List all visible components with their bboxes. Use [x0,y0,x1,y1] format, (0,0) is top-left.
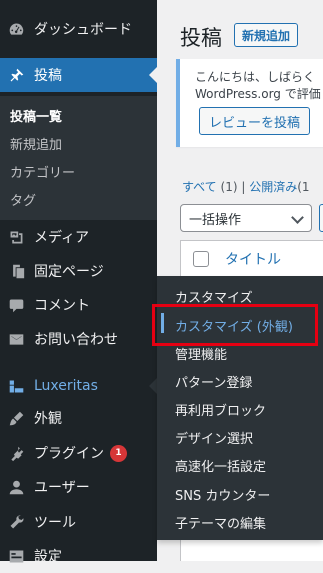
flyout-item-customize[interactable]: カスタマイズ [175,287,253,306]
plugin-icon [8,445,25,462]
settings-icon [8,548,25,565]
view-published-link[interactable]: 公開済み [249,180,297,194]
column-title-header[interactable]: タイトル [225,249,281,269]
page-icon [8,263,25,280]
view-separator: | [241,180,246,194]
menu-label: プラグイン [34,446,104,462]
dashboard-icon [8,21,25,38]
media-icon [8,229,25,246]
post-status-filter: すべて (1) | 公開済み(1 [182,178,310,195]
view-published-count: (1 [297,180,310,194]
apply-button[interactable] [319,204,323,232]
menu-label: ツール [34,515,76,531]
menu-label: 設定 [34,549,62,565]
menu-label: ダッシュボード [34,22,132,38]
menu-item-users[interactable]: ユーザー [0,470,157,504]
submenu-item-add-new[interactable]: 新規追加 [10,134,62,153]
menu-item-luxeritas[interactable]: Luxeritas [0,369,157,403]
menu-label: 外観 [34,411,62,427]
bulk-action-select[interactable]: 一括操作 [180,204,312,232]
menu-item-dashboard[interactable]: ダッシュボード [0,12,157,46]
flyout-item-design-select[interactable]: デザイン選択 [175,428,253,447]
flyout-item-speed-settings[interactable]: 高速化一括設定 [175,456,266,475]
select-all-checkbox[interactable] [193,251,209,267]
chevron-down-icon [291,211,304,224]
flyout-item-pattern-register[interactable]: パターン登録 [175,372,252,391]
pin-icon [8,67,25,84]
submenu-item-tags[interactable]: タグ [10,190,36,209]
menu-item-pages[interactable]: 固定ページ [0,254,157,288]
bulk-action-value: 一括操作 [189,212,242,228]
menu-item-comments[interactable]: コメント [0,288,157,322]
view-all-link[interactable]: すべて [182,180,217,194]
post-review-button[interactable]: レビューを投稿 [199,107,311,135]
review-notice: こんにちは、しばらく WordPress.org で評価 レビューを投稿 [176,59,323,147]
current-indicator [149,67,157,83]
comment-icon [8,297,25,314]
update-count-badge: 1 [110,444,127,462]
flyout-item-sns-counter[interactable]: SNS カウンター [175,485,270,504]
menu-label: 固定ページ [34,264,104,280]
menu-label: コメント [34,298,90,314]
menu-label: メディア [34,230,90,246]
menu-label: 投稿 [34,68,62,84]
menu-item-appearance[interactable]: 外観 [0,401,157,435]
menu-item-plugins[interactable]: プラグイン 1 [0,436,157,470]
posts-table-header: タイトル [180,240,323,278]
luxeritas-icon [8,378,25,395]
flyout-item-reusable-blocks[interactable]: 再利用ブロック [175,400,266,419]
notice-text-line1: こんにちは、しばらく [195,70,316,84]
brush-icon [8,410,25,427]
flyout-item-customize-appearance[interactable]: カスタマイズ (外観) [175,316,293,335]
view-all-count: (1) [220,180,238,194]
flyout-indicator [149,378,157,394]
luxeritas-flyout-menu: カスタマイズ カスタマイズ (外観) 管理機能 パターン登録 再利用ブロック デ… [157,276,323,540]
submenu-item-categories[interactable]: カテゴリー [10,162,75,181]
submenu-item-all-posts[interactable]: 投稿一覧 [10,106,62,125]
posts-submenu: 投稿一覧 新規追加 カテゴリー タグ [0,96,157,220]
notice-text-line2: WordPress.org で評価 [195,87,321,101]
menu-item-contact[interactable]: お問い合わせ [0,322,157,356]
mail-icon [8,331,25,348]
menu-item-settings[interactable]: 設定 [0,539,157,573]
wrench-icon [8,514,25,531]
menu-item-tools[interactable]: ツール [0,505,157,539]
flyout-item-child-theme-editor[interactable]: 子テーマの編集 [175,513,266,532]
menu-item-posts[interactable]: 投稿 [0,58,157,92]
flyout-item-management[interactable]: 管理機能 [175,344,227,363]
user-icon [8,479,25,496]
menu-label: Luxeritas [34,378,98,394]
page-title: 投稿 [180,26,222,50]
add-new-button[interactable]: 新規追加 [234,23,299,47]
menu-item-media[interactable]: メディア [0,220,157,254]
admin-sidebar: ダッシュボード 投稿 投稿一覧 新規追加 カテゴリー タグ メディア 固定ページ… [0,0,157,565]
menu-label: ユーザー [34,480,90,496]
focus-indicator [161,313,164,333]
menu-label: お問い合わせ [34,332,118,348]
